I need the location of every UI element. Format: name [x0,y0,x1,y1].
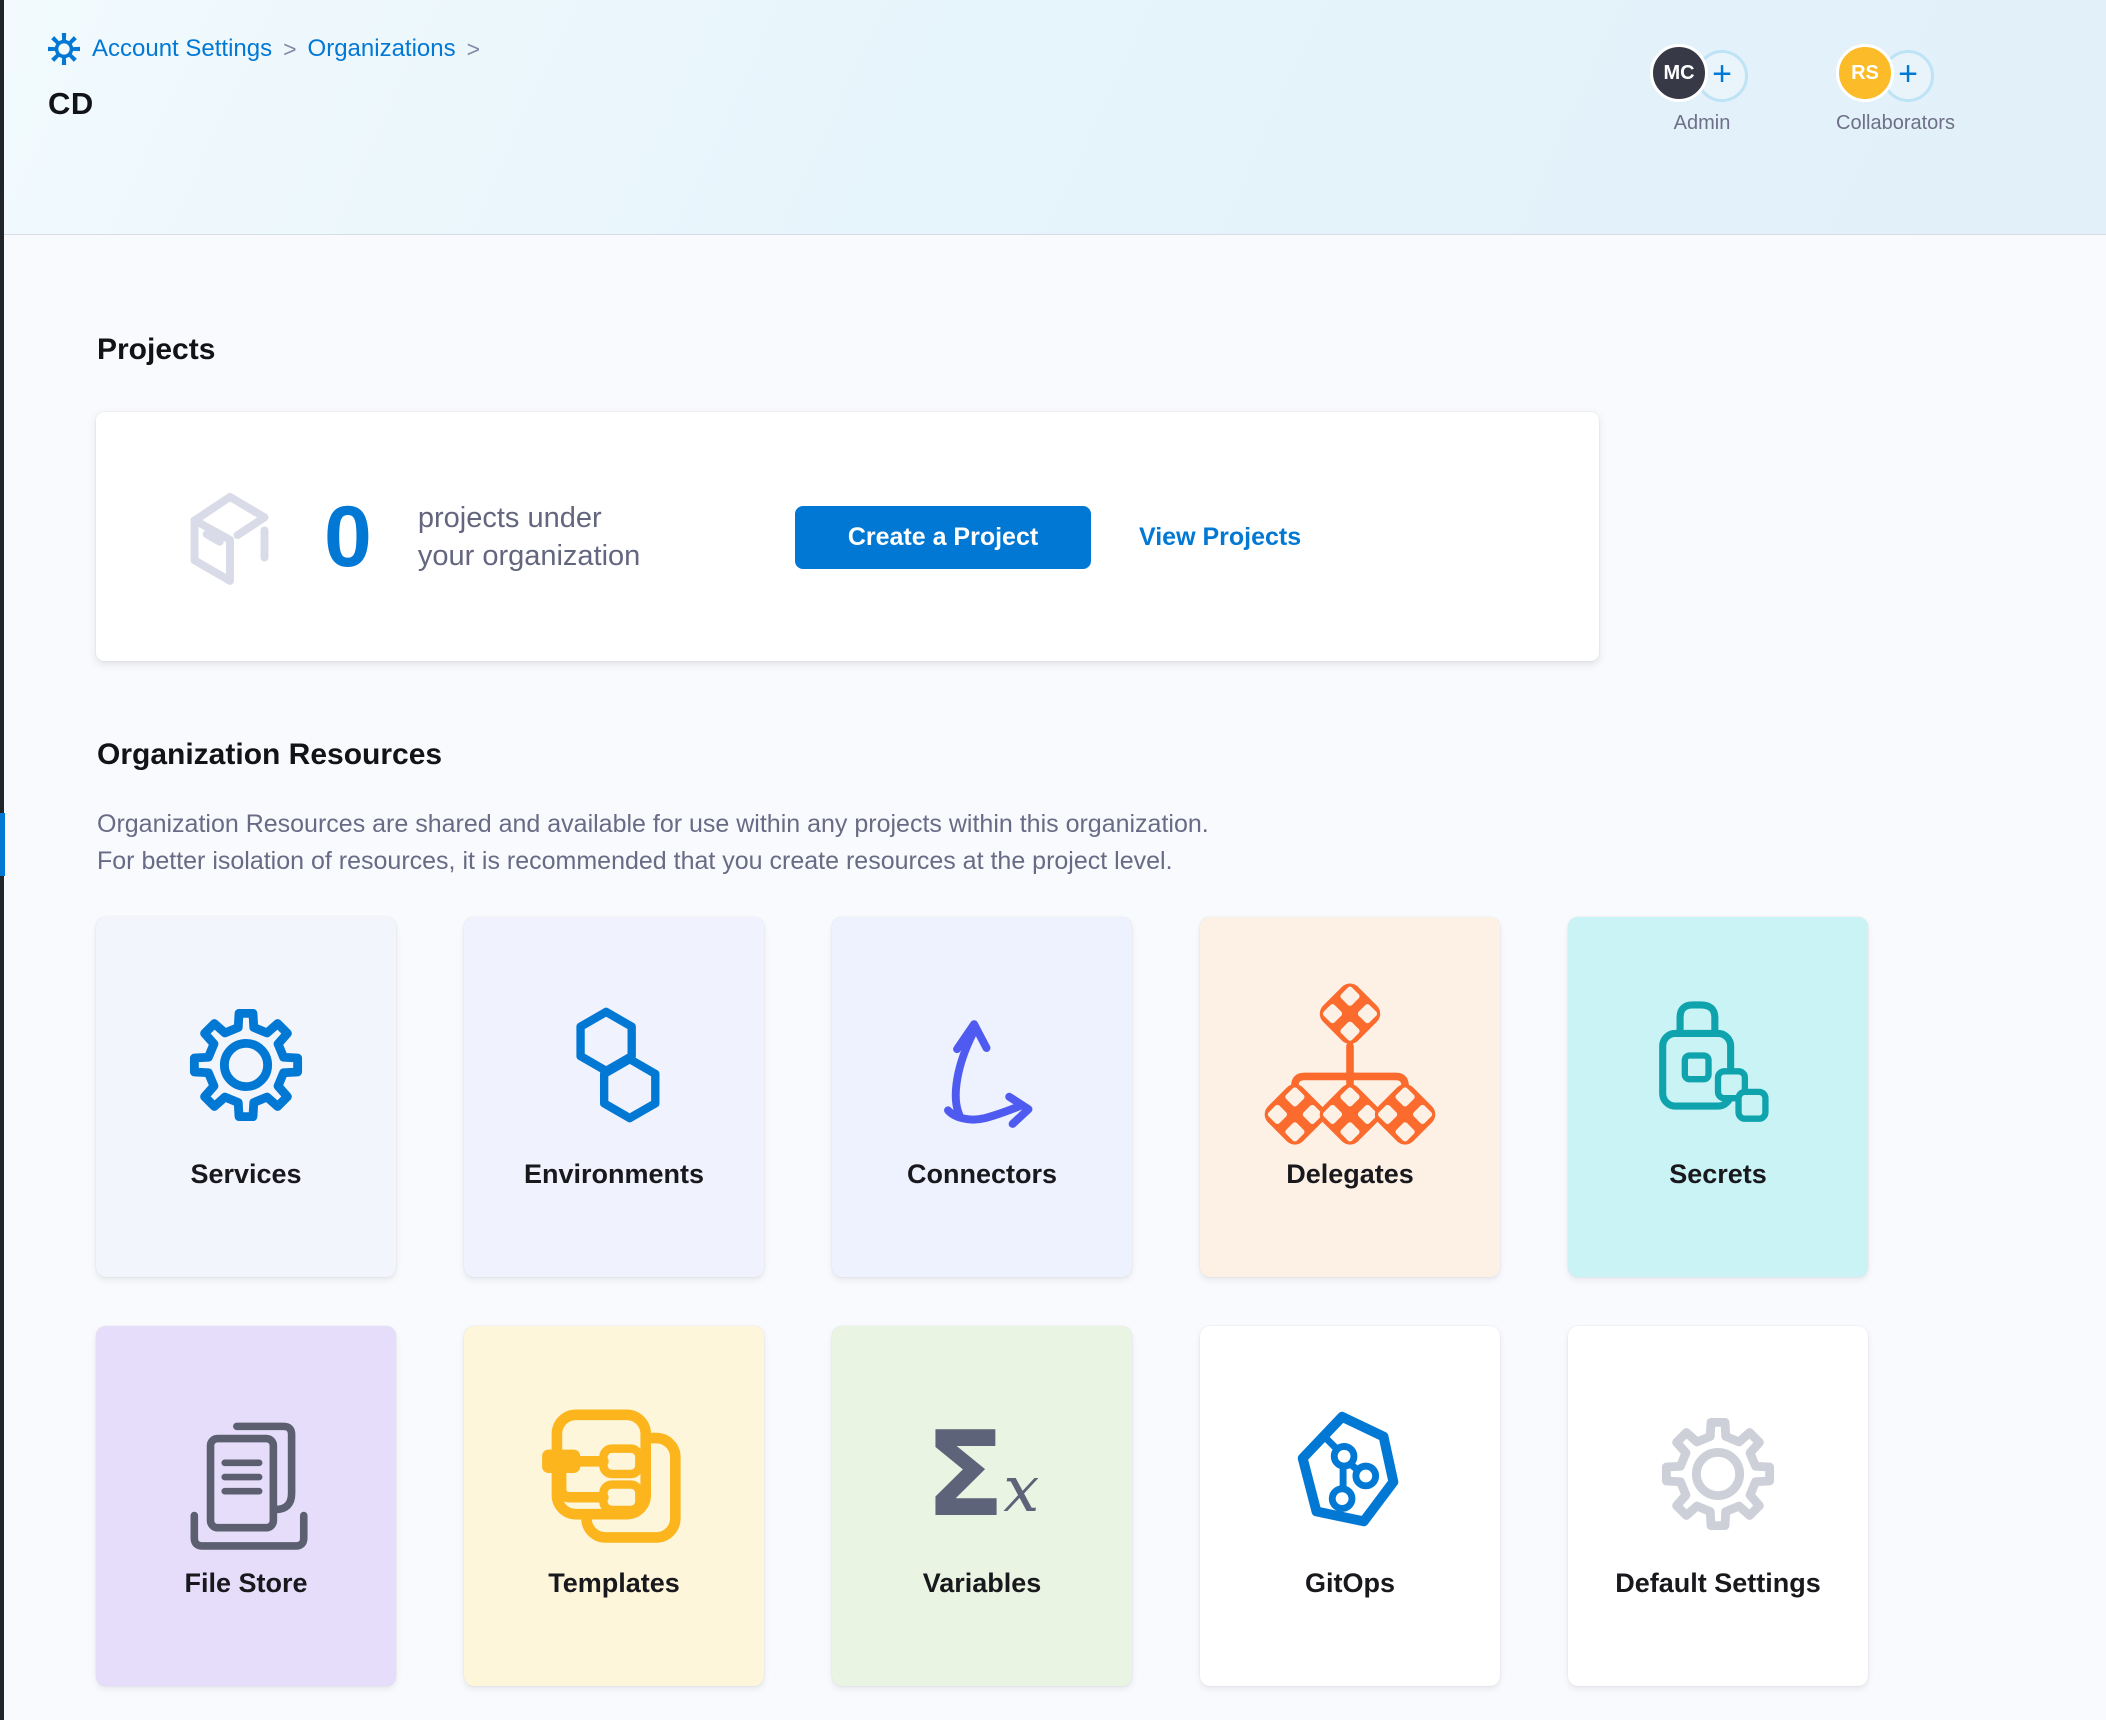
project-count-caption: projects under your organization [418,499,640,575]
create-project-button[interactable]: Create a Project [795,506,1091,569]
hexagons-icon [555,981,673,1149]
curved-arrows-icon [914,981,1050,1149]
organization-resources-description: Organization Resources are shared and av… [97,806,1209,880]
sidebar-active-indicator [0,813,5,876]
admin-initials: MC [1663,62,1694,85]
admin-label: Admin [1650,112,1754,135]
gear-outline-icon [1659,1390,1777,1558]
breadcrumb-separator: > [283,36,296,63]
collaborator-avatar[interactable]: RS [1836,44,1894,102]
gear-icon [187,981,305,1149]
resource-tile-grid: Services Environments Connectors Delegat… [96,917,1868,1686]
cube-icon [174,481,286,593]
breadcrumb-account-settings[interactable]: Account Settings [92,35,272,63]
plus-icon: + [1712,57,1732,91]
tile-file-store[interactable]: File Store [96,1326,396,1686]
tile-environments[interactable]: Environments [464,917,764,1277]
settings-gear-icon [47,32,81,66]
breadcrumb: Account Settings > Organizations > [47,32,480,66]
page-title: CD [48,86,94,122]
git-branch-hexagon-icon [1281,1390,1419,1558]
view-projects-link[interactable]: View Projects [1139,506,1301,569]
breadcrumb-organizations[interactable]: Organizations [308,35,456,63]
delegate-network-icon [1255,981,1445,1149]
admin-avatar-group: + MC Admin [1650,44,1754,135]
organization-resources-heading: Organization Resources [97,738,442,772]
tile-templates[interactable]: Templates [464,1326,764,1686]
plus-icon: + [1898,57,1918,91]
page-header: Account Settings > Organizations > CD + … [0,0,2106,235]
tile-variables[interactable]: Σx Variables [832,1326,1132,1686]
sigma-icon: Σx [925,1390,1040,1558]
collaborators-label: Collaborators [1836,112,1940,135]
projects-card: 0 projects under your organization Creat… [96,412,1599,661]
collaborators-avatar-group: + RS Collaborators [1836,44,1940,135]
breadcrumb-separator: > [467,36,480,63]
tile-connectors[interactable]: Connectors [832,917,1132,1277]
organization-overview-page: Account Settings > Organizations > CD + … [0,0,2106,1720]
project-count: 0 [324,494,372,580]
admin-avatar[interactable]: MC [1650,44,1708,102]
tile-gitops[interactable]: GitOps [1200,1326,1500,1686]
tile-secrets[interactable]: Secrets [1568,917,1868,1277]
tile-default-settings[interactable]: Default Settings [1568,1326,1868,1686]
documents-tray-icon [170,1390,322,1558]
tile-services[interactable]: Services [96,917,396,1277]
stacked-cards-icon [540,1390,688,1558]
padlock-icon [1639,981,1797,1149]
tile-delegates[interactable]: Delegates [1200,917,1500,1277]
projects-heading: Projects [97,333,215,367]
collaborator-initials: RS [1851,62,1879,85]
